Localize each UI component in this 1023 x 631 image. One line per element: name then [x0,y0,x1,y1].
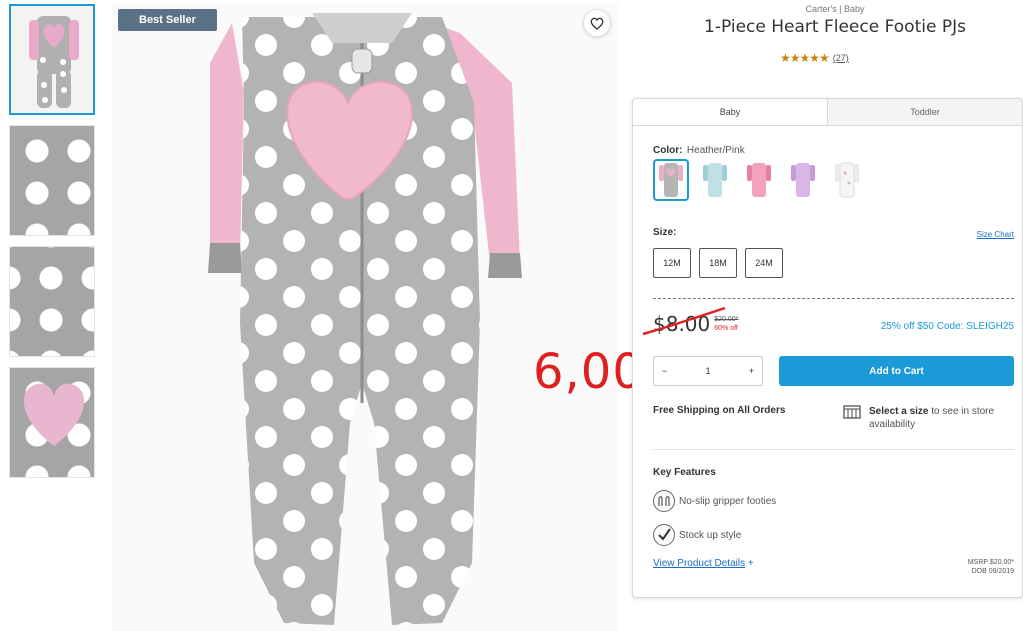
free-shipping-text: Free Shipping on All Orders [653,405,786,416]
size-options: 12M 18M 24M [653,248,783,278]
store-availability[interactable]: Select a size to see in store availabili… [843,405,1019,431]
msrp-info: MSRP $20.00* DOB 09/2019 [968,558,1014,576]
thumbnail-list [9,4,97,488]
tab-baby[interactable]: Baby [633,99,827,125]
heart-thumb-image [23,383,85,446]
swatch-lavender[interactable] [785,159,821,201]
purchase-panel: Baby Toddler Color: Heather/Pink Size: S… [632,98,1023,598]
size-option-24m[interactable]: 24M [745,248,783,278]
color-row: Color: Heather/Pink [653,140,745,158]
feature-item-stockup: Stock up style [653,524,741,546]
review-count-link[interactable]: (27) [833,53,849,63]
thumbnail-full[interactable] [9,4,95,115]
quantity-input[interactable]: 1 [705,366,710,376]
swatch-white-print[interactable] [829,159,865,201]
heart-icon [590,17,604,30]
promo-code: 25% off $50 Code: SLEIGH25 [880,321,1014,332]
pajama-image [208,13,522,625]
store-availability-text: Select a size to see in store availabili… [869,405,1019,431]
quantity-decrease-button[interactable]: − [662,366,667,376]
pajama-thumb-image [29,16,79,108]
white-print-pajama-icon [835,162,859,198]
swatch-gray-pink[interactable] [653,159,689,201]
features-divider [653,449,1014,450]
add-to-cart-button[interactable]: Add to Cart [779,356,1014,386]
swatch-light-blue[interactable] [697,159,733,201]
view-details-link[interactable]: View Product Details [653,558,745,569]
expand-plus-icon[interactable]: + [748,558,754,569]
overlay-price-annotation: 6,00 [533,344,644,400]
age-tabs: Baby Toddler [633,99,1022,126]
quantity-stepper: − 1 + [653,356,763,386]
view-product-details[interactable]: View Product Details + [653,558,754,569]
store-icon [843,405,861,419]
brand-breadcrumb[interactable]: Carter's | Baby [700,4,970,14]
msrp-price: MSRP $20.00* [967,559,1014,566]
size-option-12m[interactable]: 12M [653,248,691,278]
size-option-18m[interactable]: 18M [699,248,737,278]
tab-toddler[interactable]: Toddler [827,99,1022,125]
checkmark-icon [653,524,675,546]
feature-gripper-label: No-slip gripper footies [679,495,777,507]
thumbnail-fabric-1[interactable] [9,125,95,236]
size-label: Size: [653,227,677,238]
dob-date: DOB 09/2019 [971,568,1014,575]
product-title: 1-Piece Heart Fleece Footie PJs [704,17,966,37]
swatch-pink[interactable] [741,159,777,201]
feature-item-gripper: No-slip gripper footies [653,490,776,512]
store-select-size: Select a size [869,406,929,417]
gripper-footies-icon [653,490,675,512]
best-seller-badge: Best Seller [118,9,217,31]
key-features-title: Key Features [653,467,716,478]
light-blue-pajama-icon [703,163,727,197]
feature-stockup-label: Stock up style [679,529,742,541]
wishlist-button[interactable] [583,9,611,37]
color-value: Heather/Pink [686,145,745,156]
lavender-pajama-icon [791,163,815,197]
pink-pajama-icon [747,163,771,197]
strikethrough-mark [642,306,726,336]
thumbnail-heart[interactable] [9,367,95,478]
product-rating[interactable]: ★★★★★ (27) [780,51,849,65]
quantity-increase-button[interactable]: + [749,366,754,376]
size-chart-link[interactable]: Size Chart [977,230,1014,239]
product-main-image [112,3,618,631]
rating-stars: ★★★★★ [780,51,830,65]
thumbnail-fabric-2[interactable] [9,246,95,357]
color-label: Color: [653,145,683,156]
gray-pink-pajama-icon [659,163,683,197]
price-divider [653,298,1014,299]
color-swatches [653,159,865,201]
